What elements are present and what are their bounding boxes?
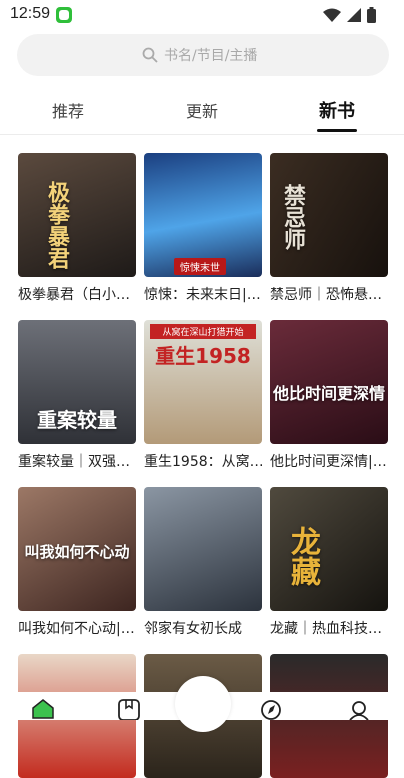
cover-title: 重生1958 bbox=[155, 344, 251, 368]
tab-new-books[interactable]: 新书 bbox=[297, 97, 377, 123]
cover-title: 重案较量 bbox=[37, 408, 117, 432]
discover-icon[interactable] bbox=[258, 698, 284, 720]
book-card[interactable]: 他比时间更深情 他比时间更深情|… bbox=[270, 320, 388, 471]
cover-title: 极拳暴君 bbox=[44, 181, 69, 269]
book-title: 龙藏｜热血科技… bbox=[270, 621, 382, 637]
cover-title: 他比时间更深情 bbox=[272, 384, 385, 403]
tabs-divider bbox=[0, 134, 404, 135]
book-cover: 重案较量 bbox=[18, 320, 136, 444]
book-title: 禁忌师｜恐怖悬… bbox=[270, 287, 382, 303]
book-card[interactable]: 极拳暴君 极拳暴君（白小… bbox=[18, 153, 136, 304]
status-time: 12:59 bbox=[10, 5, 51, 22]
book-title: 叫我如何不心动|… bbox=[18, 621, 135, 637]
tab-recommend[interactable]: 推荐 bbox=[28, 98, 108, 122]
center-button[interactable] bbox=[175, 676, 231, 732]
book-card[interactable]: 禁忌师 禁忌师｜恐怖悬… bbox=[270, 153, 388, 304]
app-notification-icon bbox=[56, 7, 72, 23]
cover-title: 叫我如何不心动 bbox=[24, 543, 130, 561]
active-tab-indicator bbox=[317, 129, 357, 132]
category-tabs: 推荐 更新 新书 bbox=[0, 90, 404, 134]
status-bar: 12:59 bbox=[0, 0, 404, 30]
book-card[interactable]: 叫我如何不心动 叫我如何不心动|… bbox=[18, 487, 136, 638]
bookshelf-icon[interactable] bbox=[116, 698, 142, 720]
cover-subtitle: 从窝在深山打猎开始 bbox=[150, 324, 256, 339]
book-cover bbox=[144, 487, 262, 611]
book-title: 重案较量｜双强… bbox=[18, 454, 130, 470]
battery-icon bbox=[367, 7, 376, 23]
book-cover: 他比时间更深情 bbox=[270, 320, 388, 444]
book-card[interactable]: 龙藏 龙藏｜热血科技… bbox=[270, 487, 388, 638]
cover-title: 禁忌师 bbox=[280, 184, 305, 250]
book-cover: 叫我如何不心动 bbox=[18, 487, 136, 611]
book-cover: 极拳暴君 bbox=[18, 153, 136, 277]
book-card[interactable]: 重案较量 重案较量｜双强… bbox=[18, 320, 136, 471]
home-icon[interactable] bbox=[30, 698, 56, 720]
signal-icon bbox=[347, 8, 361, 22]
book-card[interactable]: 从窝在深山打猎开始 重生1958 重生1958：从窝… bbox=[144, 320, 262, 471]
search-placeholder: 书名/节目/主播 bbox=[164, 48, 258, 64]
book-cover: 禁忌师 bbox=[270, 153, 388, 277]
book-title: 极拳暴君（白小… bbox=[18, 287, 130, 303]
cover-title: 龙藏 bbox=[285, 526, 320, 586]
wifi-icon bbox=[323, 8, 341, 22]
search-bar[interactable]: 书名/节目/主播 bbox=[17, 34, 389, 76]
book-cover: 从窝在深山打猎开始 重生1958 bbox=[144, 320, 262, 444]
book-card[interactable]: 邻家有女初长成 bbox=[144, 487, 262, 638]
book-title: 邻家有女初长成 bbox=[144, 621, 242, 637]
search-icon bbox=[142, 47, 158, 63]
book-title: 他比时间更深情|… bbox=[270, 454, 387, 470]
book-cover: 惊悚末世 bbox=[144, 153, 262, 277]
book-card[interactable]: 惊悚末世 惊悚：未来末日|… bbox=[144, 153, 262, 304]
book-title: 重生1958：从窝… bbox=[144, 454, 262, 470]
status-icons bbox=[323, 6, 376, 24]
tab-updates[interactable]: 更新 bbox=[162, 98, 242, 122]
profile-icon[interactable] bbox=[346, 698, 372, 720]
cover-badge: 惊悚末世 bbox=[174, 258, 226, 275]
book-cover: 龙藏 bbox=[270, 487, 388, 611]
book-title: 惊悚：未来末日|… bbox=[144, 287, 261, 303]
